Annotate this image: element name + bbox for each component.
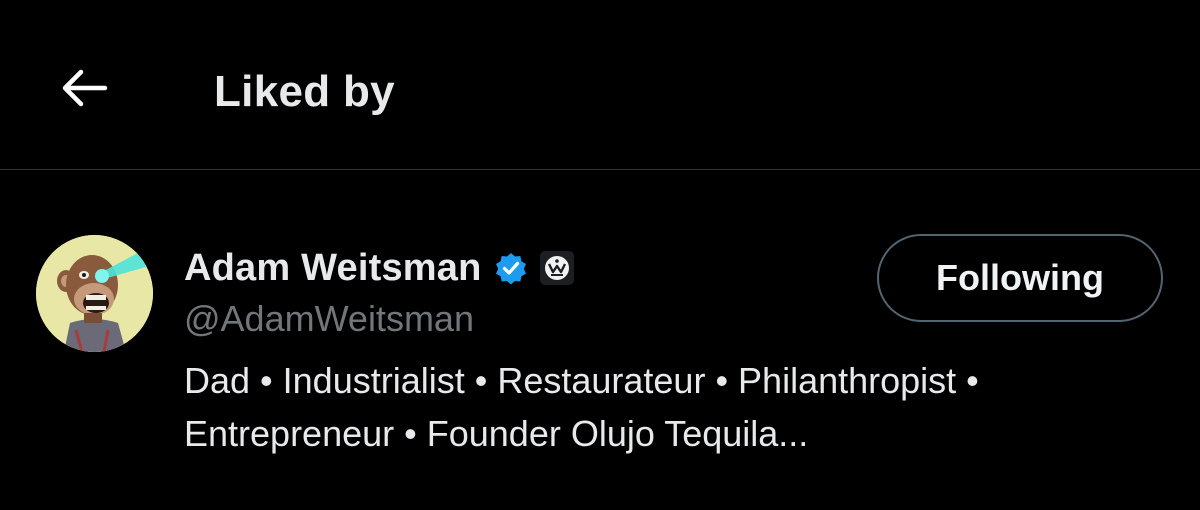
name-line: Adam Weitsman <box>184 242 574 294</box>
header: Liked by <box>0 0 1200 170</box>
user-handle[interactable]: @AdamWeitsman <box>184 296 474 342</box>
display-name[interactable]: Adam Weitsman <box>184 247 482 290</box>
affiliate-badge-icon[interactable] <box>539 251 574 285</box>
page-title: Liked by <box>214 67 395 116</box>
verified-badge-icon[interactable] <box>494 251 528 285</box>
following-button[interactable]: Following <box>877 234 1163 322</box>
avatar[interactable] <box>36 235 153 352</box>
user-list-item[interactable]: Adam Weitsman @AdamWeitsman Dad • Indust… <box>0 170 1200 510</box>
back-button[interactable] <box>52 62 116 118</box>
arrow-left-icon <box>59 68 109 113</box>
user-bio: Dad • Industrialist • Restaurateur • Phi… <box>184 360 979 454</box>
